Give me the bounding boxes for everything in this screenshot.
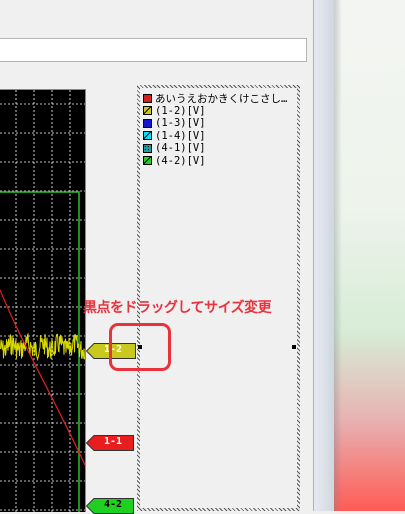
- legend-item-label: (1-2)[V]: [155, 104, 206, 117]
- trace-yellow: [0, 332, 85, 362]
- legend-swatch-icon: [143, 106, 152, 116]
- legend-item-label: あいうえおかきくけこさし…: [155, 92, 288, 105]
- window-shadow: [334, 0, 342, 511]
- highlight-circle: [109, 323, 171, 371]
- resize-handle-right[interactable]: [292, 345, 296, 349]
- desktop-background: [334, 0, 405, 511]
- legend-item[interactable]: あいうえおかきくけこさし…: [143, 92, 287, 105]
- legend-item-label: (4-1)[V]: [155, 142, 206, 155]
- legend-swatch-icon: [143, 156, 152, 166]
- legend-item[interactable]: (4-2)[V]: [143, 155, 287, 168]
- legend-item-label: (1-4)[V]: [155, 129, 206, 142]
- legend-item[interactable]: (1-2)[V]: [143, 105, 287, 118]
- legend-swatch-icon: [143, 131, 152, 141]
- trace-red: [0, 289, 85, 466]
- oscilloscope-plot: [0, 89, 86, 512]
- resize-instruction-annotation: 黒点をドラッグしてサイズ変更: [83, 300, 272, 316]
- legend-item[interactable]: (1-4)[V]: [143, 130, 287, 143]
- legend-item[interactable]: (4-1)[V]: [143, 142, 287, 155]
- marker-1-1[interactable]: 1-1: [86, 435, 134, 451]
- legend-swatch-icon: [143, 118, 152, 128]
- marker-1-1-label: 1-1: [104, 436, 123, 447]
- top-input-box[interactable]: [0, 38, 307, 62]
- legend-item[interactable]: (1-3)[V]: [143, 117, 287, 130]
- marker-4-2[interactable]: 4-2: [86, 498, 134, 514]
- legend-item-label: (4-2)[V]: [155, 154, 206, 167]
- window-scrollbar-frame[interactable]: [313, 0, 334, 511]
- legend-swatch-icon: [143, 143, 152, 153]
- plot-canvas: [0, 90, 85, 512]
- legend-swatch-icon: [143, 93, 152, 103]
- legend-item-label: (1-3)[V]: [155, 117, 206, 130]
- marker-4-2-label: 4-2: [104, 499, 123, 510]
- legend-list: あいうえおかきくけこさし… (1-2)[V] (1-3)[V] (1-4)[V] (4-…: [143, 92, 287, 167]
